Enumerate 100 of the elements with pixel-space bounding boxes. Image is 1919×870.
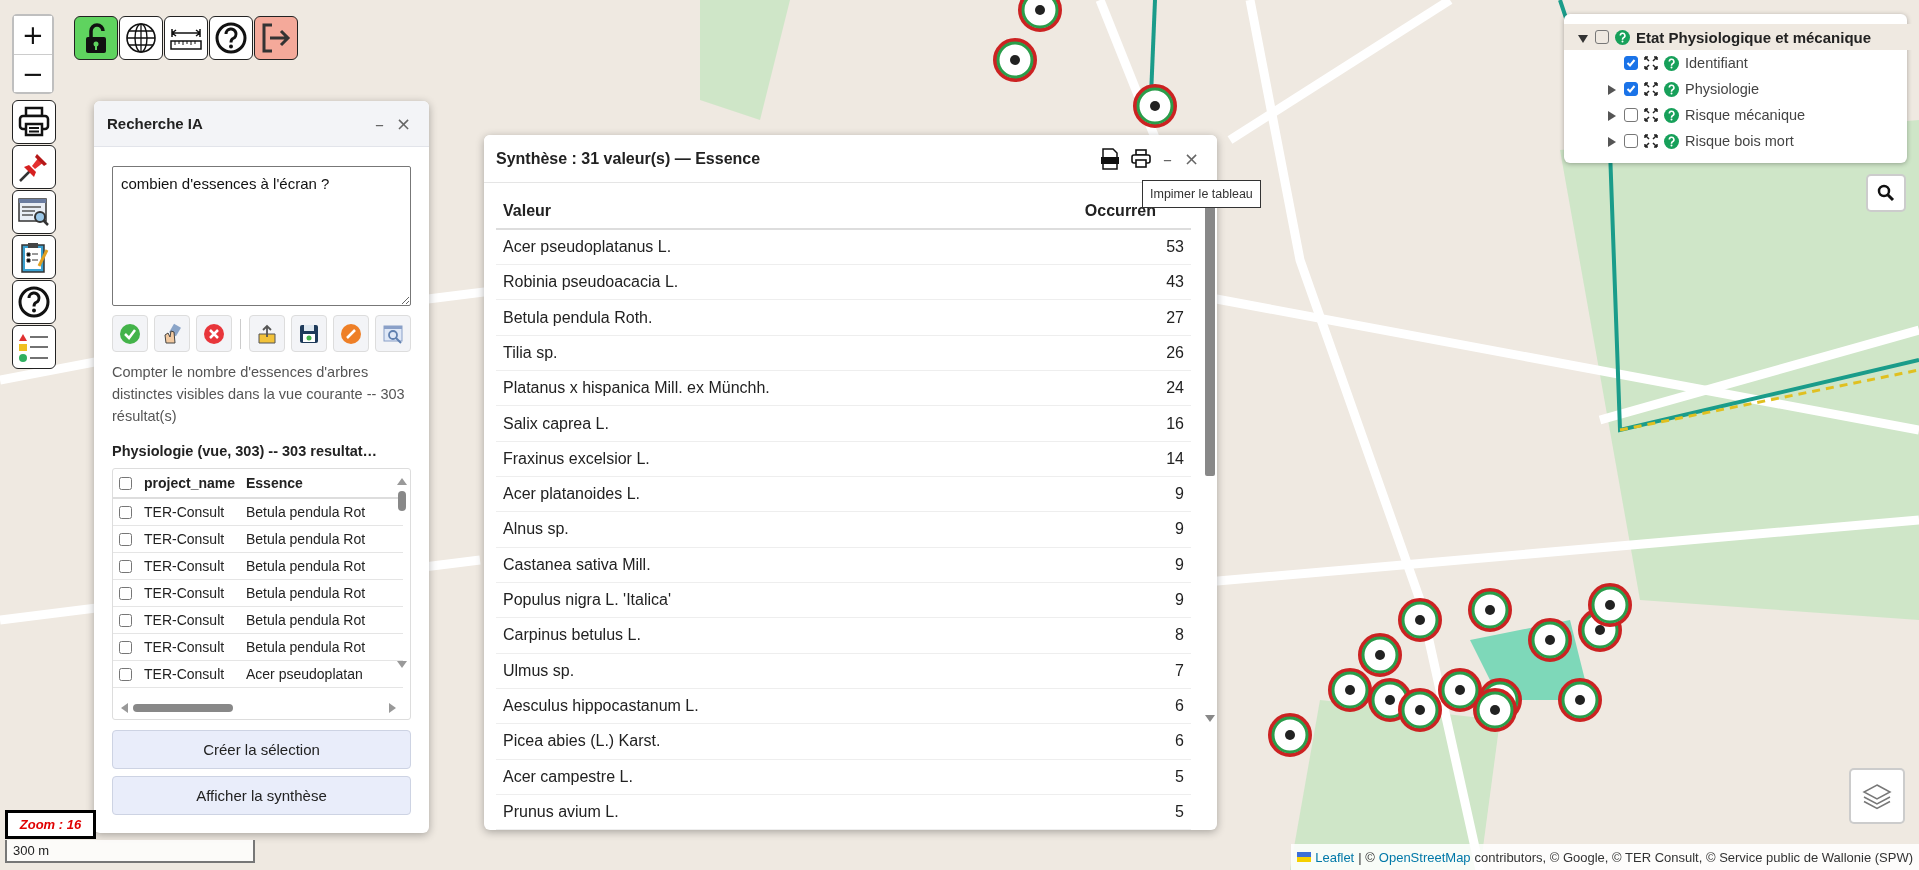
table-cell: Tilia sp. bbox=[503, 343, 558, 362]
layer-label: Risque mécanique bbox=[1685, 107, 1806, 123]
minimize-button[interactable]: – bbox=[1156, 148, 1178, 169]
help-button[interactable] bbox=[12, 280, 56, 324]
checklist-button[interactable] bbox=[12, 235, 56, 279]
table-cell-text: Betula pendula Rot bbox=[245, 639, 366, 655]
cross-circle-icon bbox=[203, 322, 225, 345]
table-cell: Prunus avium L. bbox=[503, 802, 619, 821]
attribution-text: contributors, © Google, © TER Consult, © Service public de Wallonie (SPW) bbox=[1474, 849, 1913, 865]
layer-label: Physiologie bbox=[1685, 81, 1760, 97]
table-cell-text: Betula pendula Rot bbox=[245, 612, 366, 628]
minimize-button[interactable]: – bbox=[368, 113, 390, 134]
flag-icon bbox=[1297, 852, 1312, 862]
help-icon bbox=[1664, 133, 1679, 149]
printer-icon bbox=[17, 105, 51, 139]
table-cell: 14 bbox=[1166, 449, 1184, 468]
print-button[interactable] bbox=[12, 100, 56, 144]
table-cell-text: Betula pendula Rot bbox=[245, 558, 366, 574]
help-icon bbox=[1664, 55, 1679, 71]
create-selection-button[interactable]: Créer la sélection bbox=[112, 730, 411, 769]
collapsed-arrow-icon bbox=[1606, 110, 1618, 122]
attribution-link[interactable]: Leaflet bbox=[1315, 849, 1355, 865]
table-cell: Platanus x hispanica Mill. ex Münchh. bbox=[503, 379, 770, 398]
zoom-out-button[interactable]: − bbox=[14, 54, 52, 92]
panel-title: Synthèse : 31 valeur(s) — Essence bbox=[496, 149, 762, 168]
results-title: Physiologie (vue, 303) -- 303 resultat… bbox=[112, 443, 379, 459]
pin-button[interactable] bbox=[12, 145, 56, 189]
globe-icon bbox=[124, 21, 158, 55]
table-cell: Salix caprea L. bbox=[503, 414, 609, 433]
checkbox[interactable] bbox=[1595, 30, 1609, 44]
zoom-extent-icon bbox=[1644, 82, 1658, 96]
checked-checkbox[interactable] bbox=[1624, 56, 1638, 70]
attribution-text: | © bbox=[1358, 849, 1375, 865]
table-cell: Aesculus hippocastanum L. bbox=[503, 697, 699, 716]
table-cell: Betula pendula Roth. bbox=[503, 308, 653, 327]
table-cell: 8 bbox=[1175, 626, 1184, 645]
row-checkbox[interactable] bbox=[119, 586, 132, 600]
table-search-button[interactable] bbox=[12, 190, 56, 234]
help-button[interactable] bbox=[209, 16, 253, 60]
row-checkbox[interactable] bbox=[119, 667, 132, 681]
cancel-button[interactable] bbox=[196, 315, 232, 352]
save-button[interactable] bbox=[290, 315, 327, 352]
table-cell: Alnus sp. bbox=[503, 520, 569, 539]
table-cell: Acer platanoides L. bbox=[503, 485, 640, 504]
search-button[interactable] bbox=[1866, 174, 1906, 212]
table-cell-text: TER-Consult bbox=[143, 585, 226, 601]
column-header: Essence bbox=[245, 475, 303, 491]
edit-button[interactable] bbox=[332, 315, 369, 352]
ruler-button[interactable] bbox=[164, 16, 208, 60]
close-button[interactable]: × bbox=[389, 113, 417, 134]
upload-button[interactable] bbox=[248, 315, 285, 352]
globe-button[interactable] bbox=[119, 16, 163, 60]
row-checkbox[interactable] bbox=[119, 640, 132, 654]
table-cell-text: Betula pendula Rot bbox=[245, 585, 366, 601]
column-header: Valeur bbox=[503, 202, 552, 221]
table-cell-text: TER-Consult bbox=[143, 558, 226, 574]
table-cell: 53 bbox=[1166, 237, 1184, 256]
row-checkbox[interactable] bbox=[119, 613, 132, 627]
attribution-link[interactable]: OpenStreetMap bbox=[1378, 849, 1471, 865]
query-field[interactable]: combien d'essences à l'écran ? bbox=[112, 166, 411, 306]
unlock-button[interactable] bbox=[74, 16, 118, 60]
show-summary-button[interactable]: Afficher la synthèse bbox=[112, 776, 411, 815]
table-cell-text: TER-Consult bbox=[143, 639, 226, 655]
table-cell: Acer pseudoplatanus L. bbox=[503, 237, 672, 256]
validate-button[interactable] bbox=[112, 315, 148, 352]
table-cell: 7 bbox=[1175, 661, 1184, 680]
checkbox[interactable] bbox=[1624, 108, 1638, 122]
table-cell: Populus nigra L. 'Italica' bbox=[503, 591, 671, 610]
table-cell: 26 bbox=[1166, 343, 1184, 362]
table-cell: Carpinus betulus L. bbox=[503, 626, 641, 645]
zoom-extent-icon bbox=[1644, 108, 1658, 122]
table-cell: 5 bbox=[1175, 802, 1184, 821]
checkbox[interactable] bbox=[1624, 134, 1638, 148]
row-checkbox[interactable] bbox=[119, 532, 132, 546]
help-icon bbox=[17, 285, 51, 319]
select-all-checkbox[interactable] bbox=[119, 476, 132, 490]
row-checkbox[interactable] bbox=[119, 559, 132, 573]
upload-icon bbox=[255, 322, 278, 345]
table-cell: Fraxinus excelsior L. bbox=[503, 449, 650, 468]
table-cell-text: TER-Consult bbox=[143, 531, 226, 547]
hand-icon bbox=[161, 322, 183, 345]
table-cell-text: Betula pendula Rot bbox=[245, 504, 366, 520]
checked-checkbox[interactable] bbox=[1624, 82, 1638, 96]
pencil-circle-icon bbox=[339, 322, 362, 345]
table-cell: 6 bbox=[1175, 732, 1184, 751]
table-cell: 43 bbox=[1166, 273, 1184, 292]
inspect-button[interactable] bbox=[374, 315, 411, 352]
logout-button[interactable] bbox=[254, 16, 298, 60]
table-cell: 6 bbox=[1175, 697, 1184, 716]
help-icon bbox=[214, 21, 248, 55]
layers-icon bbox=[1862, 781, 1892, 811]
layer-group-label: Etat Physiologique et mécanique bbox=[1636, 28, 1872, 46]
layers-button[interactable] bbox=[1849, 768, 1905, 824]
close-button[interactable]: × bbox=[1177, 148, 1205, 169]
table-cell: Acer campestre L. bbox=[503, 767, 633, 786]
clear-button[interactable] bbox=[154, 315, 190, 352]
legend-button[interactable] bbox=[12, 325, 56, 369]
table-cell: Ulmus sp. bbox=[503, 661, 575, 680]
row-checkbox[interactable] bbox=[119, 505, 132, 519]
table-cell: 27 bbox=[1166, 308, 1184, 327]
